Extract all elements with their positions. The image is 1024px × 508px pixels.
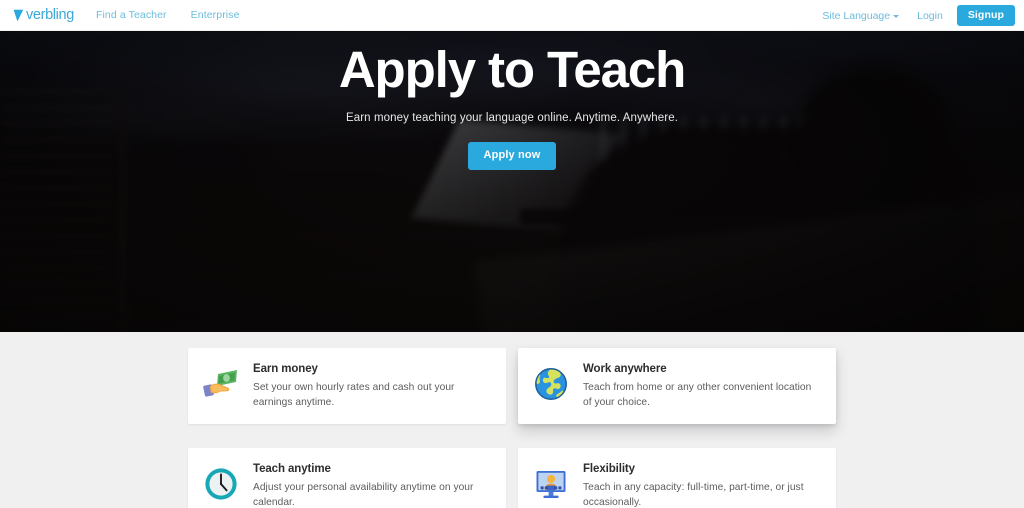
- feature-card-text: Teach anytime Adjust your personal avail…: [253, 462, 492, 508]
- feature-card-description: Set your own hourly rates and cash out y…: [253, 381, 455, 408]
- feature-card-flexibility[interactable]: Flexibility Teach in any capacity: full-…: [518, 447, 836, 508]
- verbling-logo[interactable]: verbling: [13, 8, 74, 23]
- signup-button[interactable]: Signup: [956, 4, 1015, 27]
- feature-card-description: Adjust your personal availability anytim…: [253, 481, 474, 508]
- features-section: Earn money Set your own hourly rates and…: [0, 332, 1024, 508]
- feature-card-earn-money[interactable]: Earn money Set your own hourly rates and…: [188, 348, 506, 424]
- chevron-down-icon: [893, 15, 900, 18]
- feature-card-title: Flexibility: [583, 462, 635, 475]
- feature-card-text: Earn money Set your own hourly rates and…: [253, 362, 492, 410]
- feature-card-description: Teach in any capacity: full-time, part-t…: [583, 481, 804, 508]
- feature-card-title: Teach anytime: [253, 462, 331, 475]
- hero-subtitle: Earn money teaching your language online…: [345, 112, 679, 125]
- globe-icon: [530, 363, 572, 405]
- hero-title: Apply to Teach: [338, 41, 686, 98]
- feature-cards-container: Earn money Set your own hourly rates and…: [188, 332, 836, 508]
- feature-card-teach-anytime[interactable]: Teach anytime Adjust your personal avail…: [188, 447, 506, 508]
- site-language-label: Site Language: [822, 9, 891, 22]
- clock-icon: [200, 463, 242, 505]
- money-in-hand-icon: [200, 363, 242, 405]
- top-navigation-bar: verbling Find a Teacher Enterprise Site …: [0, 0, 1024, 31]
- page-root: verbling Find a Teacher Enterprise Site …: [0, 0, 1024, 508]
- nav-link-find-a-teacher[interactable]: Find a Teacher: [96, 9, 167, 21]
- hero-content: Apply to Teach Earn money teaching your …: [0, 31, 1024, 332]
- verbling-logo-text: verbling: [26, 6, 74, 23]
- feature-card-text: Flexibility Teach in any capacity: full-…: [583, 462, 822, 508]
- feature-card-work-anywhere[interactable]: Work anywhere Teach from home or any oth…: [518, 348, 836, 424]
- feature-card-description: Teach from home or any other convenient …: [583, 381, 812, 408]
- nav-link-enterprise[interactable]: Enterprise: [191, 9, 240, 21]
- nav-right-group: Site Language Login Signup: [822, 0, 1015, 31]
- feature-card-text: Work anywhere Teach from home or any oth…: [583, 362, 822, 410]
- person-at-computer-icon: [530, 463, 572, 505]
- feature-card-row-1: Earn money Set your own hourly rates and…: [188, 348, 836, 424]
- nav-left-group: verbling Find a Teacher Enterprise: [0, 8, 264, 23]
- verbling-triangle-logo-icon: [13, 9, 24, 21]
- feature-card-row-2: Teach anytime Adjust your personal avail…: [188, 447, 836, 508]
- hero-section: Apply to Teach Earn money teaching your …: [0, 31, 1024, 332]
- feature-card-title: Work anywhere: [583, 363, 667, 375]
- feature-card-title: Earn money: [253, 363, 318, 375]
- login-link[interactable]: Login: [917, 10, 943, 22]
- site-language-dropdown[interactable]: Site Language: [822, 9, 900, 22]
- apply-now-button[interactable]: Apply now: [467, 142, 557, 171]
